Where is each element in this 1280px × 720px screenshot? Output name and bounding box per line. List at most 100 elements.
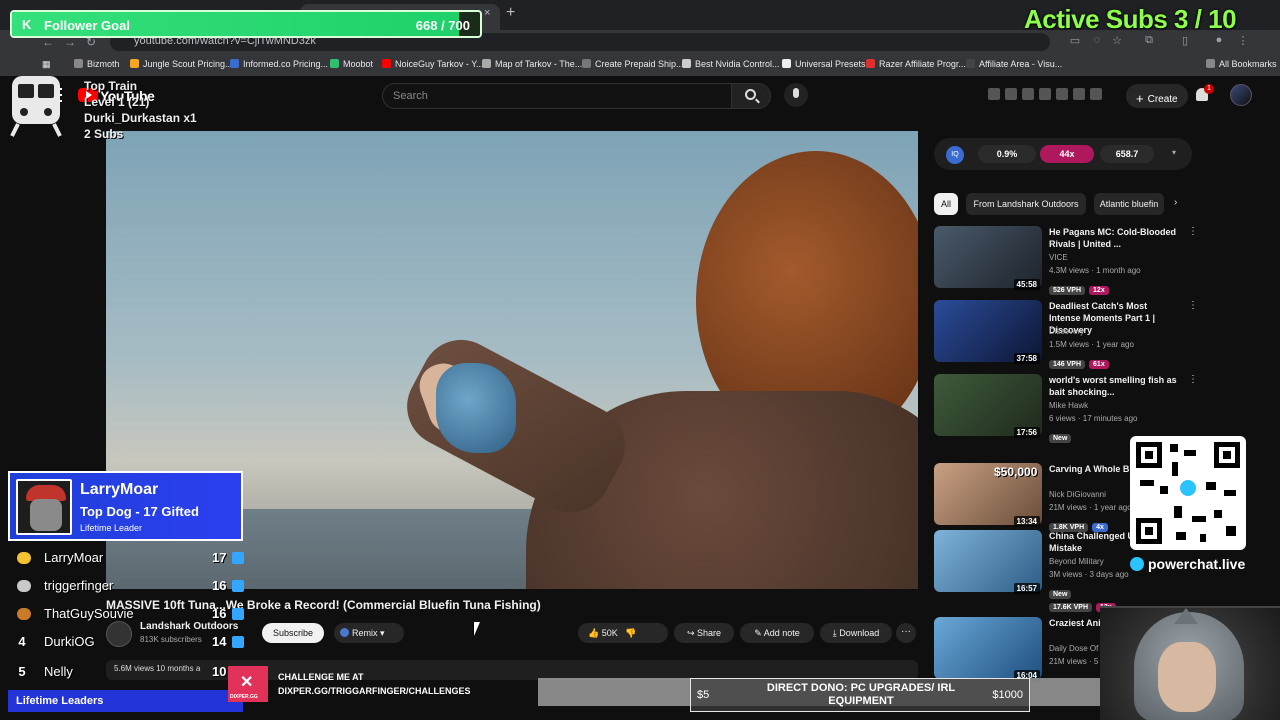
bookmark-item[interactable]: Razer Affiliate Progr... — [866, 59, 966, 69]
train-subs: 2 Subs — [84, 127, 124, 141]
recommendation-item[interactable]: 37:58 Deadliest Catch's Most Intense Mom… — [934, 300, 1198, 370]
tab-close-icon[interactable]: × — [484, 7, 490, 19]
install-icon[interactable]: ▭ — [1068, 34, 1082, 48]
rec-channel[interactable]: Beyond Military — [1049, 557, 1104, 566]
subscribe-button[interactable]: Subscribe — [262, 623, 324, 643]
powerchat-icon — [1130, 557, 1144, 571]
all-bookmarks[interactable]: All Bookmarks — [1206, 59, 1277, 69]
rec-badges: New — [1049, 427, 1075, 443]
more-actions-button[interactable]: ··· — [896, 623, 916, 643]
gift-icon — [232, 608, 244, 620]
bookmarks-bar: ▦ Bizmoth Jungle Scout Pricing... Inform… — [0, 54, 1280, 76]
like-dislike-group[interactable]: 👍 50K 👎 — [578, 623, 668, 643]
bookmark-item[interactable]: Moobot — [330, 59, 373, 69]
donation-max: $1000 — [992, 689, 1023, 701]
follower-goal-count: 668 / 700 — [415, 18, 470, 33]
qr-code — [1130, 436, 1246, 550]
plus-icon: + — [1136, 91, 1144, 106]
rec-title[interactable]: He Pagans MC: Cold-Blooded Rivals | Unit… — [1049, 226, 1179, 250]
duration-badge: 37:58 — [1013, 353, 1040, 364]
rec-channel[interactable]: Nick DiGiovanni — [1049, 490, 1106, 499]
active-subs-counter: Active Subs 3 / 10 — [1024, 4, 1237, 34]
stat-score: 658.7 — [1100, 145, 1154, 163]
duration-badge: 13:34 — [1013, 516, 1040, 527]
powerchat-link: powerchat.live — [1130, 556, 1245, 572]
bookmark-item[interactable]: Map of Tarkov - The... — [482, 59, 582, 69]
gift-icon — [232, 552, 244, 564]
leaderboard-row: 5 Nelly 10 — [18, 664, 227, 679]
bookmark-item[interactable]: Jungle Scout Pricing... — [130, 59, 233, 69]
leader-tag: Lifetime Leader — [80, 523, 143, 533]
dislike-icon[interactable]: 👎 — [625, 628, 636, 638]
bookmark-item[interactable]: Universal Presets — [782, 59, 866, 69]
silver-medal-icon — [17, 580, 31, 592]
rec-channel[interactable]: Daily Dose Of In — [1049, 644, 1107, 653]
apps-grid-icon[interactable]: ▦ — [42, 59, 51, 70]
donation-goal: $5 DIRECT DONO: PC UPGRADES/ IRL EQUIPME… — [690, 678, 1030, 712]
share-button[interactable]: ↪ Share — [674, 623, 734, 643]
recommendation-item[interactable]: 45:58 He Pagans MC: Cold-Blooded Rivals … — [934, 226, 1198, 296]
bookmark-item[interactable]: Best Nvidia Control... — [682, 59, 780, 69]
chip-channel[interactable]: From Landshark Outdoors — [966, 193, 1086, 215]
extensions-icon[interactable]: ⧉ — [1142, 34, 1156, 48]
create-button[interactable]: + Create — [1126, 84, 1188, 108]
bookmark-item[interactable]: Affiliate Area - Visu... — [966, 59, 1062, 69]
bronze-medal-icon — [17, 608, 31, 620]
like-count[interactable]: 50K — [602, 628, 618, 638]
rec-channel[interactable]: Mike Hawk — [1049, 401, 1088, 410]
bookmark-star-icon[interactable]: ☆ — [1110, 34, 1124, 48]
rec-menu-icon[interactable]: ⋮ — [1188, 300, 1198, 311]
download-button[interactable]: ⤓ Download — [820, 623, 892, 643]
stat-percent: 0.9% — [978, 145, 1036, 163]
video-blue-cloth — [436, 363, 516, 453]
add-note-button[interactable]: ✎ Add note — [740, 623, 814, 643]
kick-icon: K — [22, 17, 32, 32]
search-input[interactable]: Search — [382, 83, 732, 109]
profile-icon[interactable]: ● — [1212, 34, 1226, 48]
dixper-brand: DIXPER.GG — [230, 694, 258, 700]
rec-badges: 17.6K VPH12x — [1049, 596, 1120, 612]
side-panel-icon[interactable]: ▯ — [1178, 34, 1192, 48]
rec-menu-icon[interactable]: ⋮ — [1188, 374, 1198, 385]
eye-off-icon[interactable]: ◌ — [1090, 34, 1104, 48]
follower-goal-label: Follower Goal — [44, 18, 130, 33]
extension-icons[interactable] — [988, 87, 1118, 105]
new-tab-icon[interactable]: + — [506, 4, 515, 22]
account-avatar[interactable] — [1230, 84, 1252, 106]
remix-button[interactable]: Remix ▾ — [334, 623, 404, 643]
lifetime-leaders-title: Lifetime Leaders — [8, 690, 243, 712]
chevron-right-icon[interactable]: › — [1174, 197, 1177, 208]
recommendation-item[interactable]: 17:56 world's worst smelling fish as bai… — [934, 374, 1198, 444]
rec-channel[interactable]: Discovery — [1049, 327, 1084, 336]
bookmark-item[interactable]: Create Prepaid Ship... — [582, 59, 684, 69]
streamer-webcam — [1100, 606, 1280, 720]
bookmark-item[interactable]: Informed.co Pricing... — [230, 59, 328, 69]
train-icon — [10, 76, 62, 137]
train-title: Top Train — [84, 79, 138, 93]
rec-badges: 146 VPH 61x — [1049, 353, 1113, 369]
top-leader-card: LarryMoar Top Dog - 17 Gifted Lifetime L… — [8, 471, 243, 541]
gift-icon — [232, 580, 244, 592]
vidiq-logo-icon[interactable]: IQ — [946, 146, 964, 164]
voice-search-icon[interactable] — [784, 83, 808, 107]
search-icon — [745, 89, 756, 100]
mouse-cursor-icon — [473, 622, 480, 636]
bookmark-item[interactable]: Bizmoth — [74, 59, 120, 69]
train-user: Durki_Durkastan x1 — [84, 111, 197, 125]
bookmark-item[interactable]: NoiceGuy Tarkov - Y... — [382, 59, 484, 69]
leaderboard-row: triggerfinger 16 — [8, 574, 244, 600]
leaderboard-row: LarryMoar 17 — [8, 546, 244, 572]
rec-title[interactable]: world's worst smelling fish as bait shoc… — [1049, 374, 1179, 398]
duration-badge: 17:56 — [1013, 427, 1040, 438]
video-person-arm — [393, 325, 639, 527]
menu-kebab-icon[interactable]: ⋮ — [1236, 34, 1250, 48]
gold-medal-icon — [17, 552, 31, 564]
chevron-down-icon[interactable]: ▾ — [1172, 148, 1176, 157]
chip-topic[interactable]: Atlantic bluefin — [1094, 193, 1164, 215]
donation-text: DIRECT DONO: PC UPGRADES/ IRL EQUIPMENT — [766, 682, 956, 707]
donation-min: $5 — [697, 689, 710, 701]
rec-menu-icon[interactable]: ⋮ — [1188, 226, 1198, 237]
search-button[interactable] — [731, 83, 771, 109]
rec-channel[interactable]: VICE — [1049, 253, 1068, 262]
chip-all[interactable]: All — [934, 193, 958, 215]
